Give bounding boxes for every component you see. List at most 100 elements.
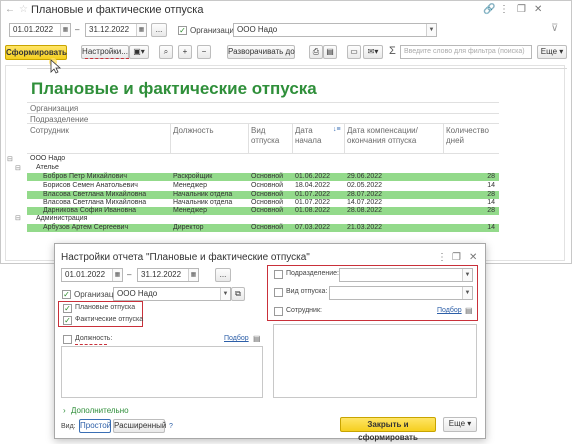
mail-button[interactable]: ✉▾	[363, 45, 383, 59]
table-row[interactable]: Арбузов Артем Сергеевич Директор Основно…	[27, 224, 499, 232]
restore-icon[interactable]: ❐	[452, 252, 461, 263]
collapse-icon[interactable]: ⊟	[15, 214, 21, 222]
division-checkbox[interactable]	[274, 270, 283, 279]
employee-checkbox[interactable]	[274, 307, 283, 316]
dialog-more-button[interactable]: Еще ▾	[443, 417, 477, 432]
dialog-period-button[interactable]: ...	[215, 268, 231, 282]
calendar-icon[interactable]: ▦	[188, 269, 198, 281]
link-icon[interactable]: 🔗	[483, 4, 495, 15]
sum-icon[interactable]: Σ	[389, 45, 396, 57]
date-to-input[interactable]: 31.12.2022 ▦	[85, 23, 147, 37]
chevron-down-icon[interactable]: ▼	[426, 24, 436, 36]
position-underline	[75, 344, 107, 345]
vac-type-label: Вид отпуска:	[286, 288, 328, 295]
clipboard-icon[interactable]: ▤	[465, 306, 473, 315]
dialog-org-checkbox[interactable]: ✓	[62, 290, 71, 299]
view-extended-button[interactable]: Расширенный	[113, 419, 166, 433]
view-simple-button[interactable]: Простой	[79, 419, 111, 433]
vac-type-checkbox[interactable]	[274, 288, 283, 297]
actual-checkbox[interactable]: ✓	[63, 316, 72, 325]
actual-label: Фактические отпуска	[75, 316, 144, 323]
calendar-icon[interactable]: ▦	[112, 269, 122, 281]
table-row[interactable]: Дарникова София Ивановна Менеджер Основн…	[27, 207, 499, 215]
position-list[interactable]	[61, 346, 263, 398]
settings-button[interactable]: Настройки...	[81, 45, 129, 59]
dialog-org-open-button[interactable]: ⧉	[231, 287, 245, 301]
zoom-out-button[interactable]: −	[197, 45, 211, 59]
more-vert-icon[interactable]: ⋮	[499, 4, 509, 15]
find-button[interactable]: ⌕	[159, 45, 173, 59]
chevron-right-icon[interactable]: ›	[63, 406, 66, 415]
grid-line	[248, 123, 249, 153]
collapse-icon[interactable]: ⊟	[7, 155, 13, 163]
variant-button[interactable]: ▣▾	[129, 45, 149, 59]
dialog-title: Настройки отчета "Плановые и фактические…	[61, 252, 310, 263]
attach-icon: ▭	[350, 47, 358, 56]
ruler-line	[27, 68, 567, 69]
close-icon[interactable]: ✕	[469, 252, 477, 263]
vac-type-input[interactable]: ▼	[329, 286, 473, 300]
planned-label: Плановые отпуска	[75, 304, 136, 311]
grid-line	[27, 153, 499, 154]
dialog-date-to-input[interactable]: 31.12.2022 ▦	[137, 268, 199, 282]
grid-line	[27, 123, 499, 124]
table-row[interactable]: Власова Светлана Михайловна Начальник от…	[27, 199, 499, 207]
floppy-icon: ▤	[326, 47, 334, 56]
zoom-in-button[interactable]: +	[178, 45, 192, 59]
table-row[interactable]: Борисов Семен Анатольевич Менеджер Основ…	[27, 182, 499, 190]
position-checkbox[interactable]	[63, 335, 72, 344]
help-link[interactable]: ?	[169, 423, 173, 430]
filter-icon[interactable]: ⊽	[551, 23, 558, 34]
calendar-icon[interactable]: ▦	[60, 24, 70, 36]
col-position: Должность	[173, 126, 214, 135]
expand-to-button[interactable]: Разворачивать до	[227, 45, 295, 59]
employee-pick-link[interactable]: Подбор	[437, 307, 462, 314]
clipboard-icon[interactable]: ▤	[253, 334, 261, 343]
more-button[interactable]: Еще ▾	[537, 45, 567, 59]
sort-desc-icon[interactable]: ↓≡	[333, 126, 341, 133]
variant-icon: ▣▾	[133, 47, 145, 56]
back-arrow-icon[interactable]: ←	[5, 4, 15, 15]
collapse-icon[interactable]: ⊟	[15, 164, 21, 172]
period-select-button[interactable]: ...	[151, 23, 167, 37]
calendar-icon[interactable]: ▦	[136, 24, 146, 36]
grid-line	[170, 123, 171, 153]
position-pick-link[interactable]: Подбор	[224, 335, 249, 342]
grid-line	[27, 113, 499, 114]
printer-icon: ⎙	[312, 47, 320, 56]
report-title: Плановые и фактические отпуска	[31, 79, 317, 98]
save-button[interactable]: ▤	[323, 45, 337, 59]
restore-icon[interactable]: ❐	[517, 4, 526, 15]
planned-checkbox[interactable]: ✓	[63, 304, 72, 313]
position-label: Должность:	[75, 335, 113, 342]
more-vert-icon[interactable]: ⋮	[437, 252, 447, 263]
close-icon[interactable]: ✕	[534, 4, 542, 15]
org-checkbox[interactable]: ✓	[178, 26, 187, 35]
grid-line	[292, 123, 293, 153]
division-input[interactable]: ▼	[339, 268, 473, 282]
col-type: Вид отпуска	[251, 126, 280, 145]
employee-list[interactable]	[273, 324, 477, 398]
more-settings-toggle[interactable]: Дополнительно	[71, 406, 129, 415]
grid-line	[27, 102, 499, 103]
window-title: Плановые и фактические отпуска	[31, 4, 204, 16]
settings-dialog: Настройки отчета "Плановые и фактические…	[54, 243, 486, 442]
search-input[interactable]: Введите слово для фильтра (поиска)	[400, 45, 532, 59]
dash: –	[127, 270, 132, 279]
group-row-admin: Администрация	[36, 215, 88, 222]
date-from-input[interactable]: 01.01.2022 ▦	[9, 23, 71, 37]
col-end: Дата компенсации/окончания отпуска	[347, 126, 418, 145]
dialog-date-from-input[interactable]: 01.01.2022 ▦	[61, 268, 123, 282]
dialog-org-input[interactable]: ООО Надо ▼	[113, 287, 231, 301]
print-button[interactable]: ⎙	[309, 45, 323, 59]
chevron-down-icon[interactable]: ▼	[462, 287, 472, 299]
attach-button[interactable]: ▭	[347, 45, 361, 59]
chevron-down-icon[interactable]: ▼	[462, 269, 472, 281]
org-input[interactable]: ООО Надо ▼	[233, 23, 437, 37]
table-row[interactable]: Бобров Петр Михайлович Раскройщик Основн…	[27, 173, 499, 181]
table-row[interactable]: Власова Светлана Михайловна Начальник от…	[27, 191, 499, 199]
col-days: Количество дней	[446, 126, 489, 145]
favorite-star-icon[interactable]: ☆	[19, 4, 28, 15]
close-and-generate-button[interactable]: Закрыть и сформировать	[340, 417, 436, 442]
chevron-down-icon[interactable]: ▼	[220, 288, 230, 300]
